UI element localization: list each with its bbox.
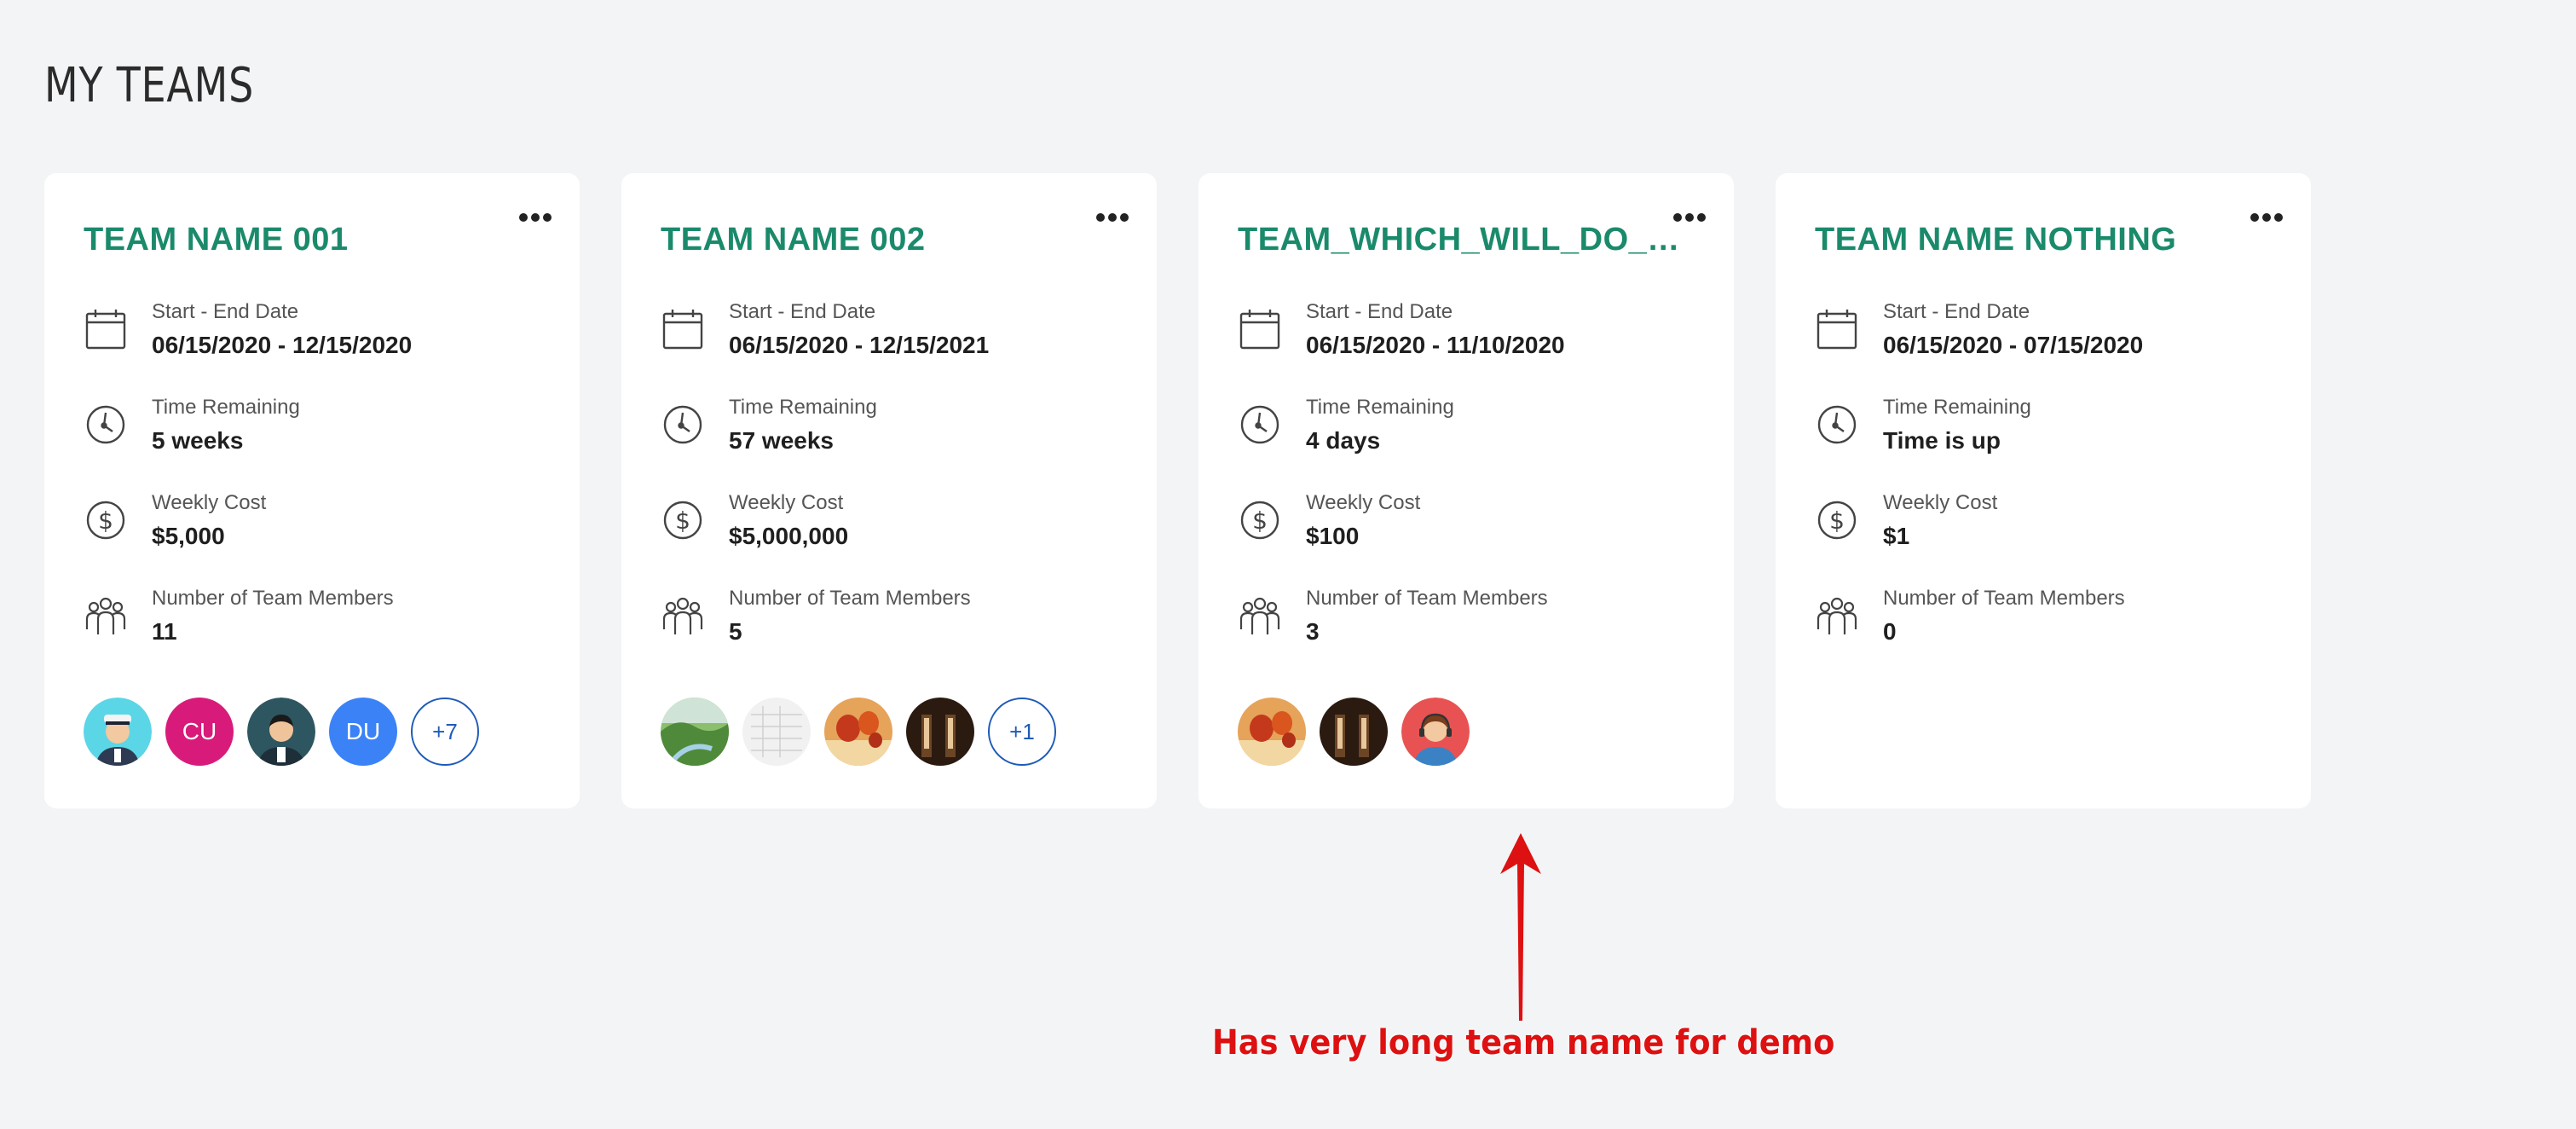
info-value-time: 5 weeks <box>152 427 244 454</box>
info-label: Number of Team Members <box>152 587 394 610</box>
team-members-icon <box>84 593 128 638</box>
balloons-photo[interactable] <box>824 698 892 766</box>
calendar-icon <box>84 307 128 351</box>
info-label: Weekly Cost <box>729 491 844 514</box>
info-row-dates: Start - End Date 06/15/2020 - 12/15/2021 <box>661 298 1121 375</box>
team-name[interactable]: TEAM NAME NOTHING <box>1815 214 2258 265</box>
info-row-cost: $ Weekly Cost $5,000,000 <box>661 489 1121 566</box>
calendar-icon <box>1815 307 1859 351</box>
svg-text:$: $ <box>1252 507 1268 535</box>
dark-room-photo[interactable] <box>906 698 974 766</box>
team-name[interactable]: TEAM NAME 002 <box>661 214 1104 265</box>
calendar-icon <box>1238 307 1282 351</box>
info-value-members: 5 <box>729 618 742 645</box>
page-title: MY TEAMS <box>44 58 255 113</box>
dark-room-photo[interactable] <box>1320 698 1388 766</box>
avatar[interactable]: CU <box>165 698 234 766</box>
team-card[interactable]: TEAM NAME 001 Start - End Date 06/15/2020 … <box>44 173 580 808</box>
annotation-arrow-icon <box>1500 833 1541 1021</box>
calendar-icon <box>661 307 705 351</box>
svg-text:$: $ <box>675 507 690 535</box>
info-value-cost: $5,000,000 <box>729 523 849 549</box>
info-label: Time Remaining <box>1306 396 1454 419</box>
dollar-icon: $ <box>84 498 128 542</box>
info-label: Start - End Date <box>1306 300 1453 323</box>
info-label: Start - End Date <box>152 300 299 323</box>
info-value-time: 4 days <box>1306 427 1381 454</box>
svg-text:$: $ <box>98 507 113 535</box>
clock-icon <box>84 402 128 447</box>
team-members-icon <box>661 593 705 638</box>
team-name[interactable]: TEAM_WHICH_WILL_DO_EVERYTHING_EVER_NEEDE… <box>1238 214 1681 265</box>
team-card[interactable]: TEAM_WHICH_WILL_DO_EVERYTHING_EVER_NEEDE… <box>1198 173 1734 808</box>
team-members-icon <box>1238 593 1282 638</box>
landscape-photo[interactable] <box>661 698 729 766</box>
info-label: Time Remaining <box>729 396 877 419</box>
info-value-members: 11 <box>152 618 177 645</box>
sketch-photo[interactable] <box>742 698 811 766</box>
dollar-icon: $ <box>1238 498 1282 542</box>
avatar[interactable]: DU <box>329 698 397 766</box>
info-label: Start - End Date <box>1883 300 2030 323</box>
clock-icon <box>1238 402 1282 447</box>
info-row-time: Time Remaining 5 weeks <box>84 394 544 471</box>
info-label: Number of Team Members <box>729 587 971 610</box>
info-row-time: Time Remaining 4 days <box>1238 394 1698 471</box>
info-value-cost: $5,000 <box>152 523 225 549</box>
info-row-dates: Start - End Date 06/15/2020 - 12/15/2020 <box>84 298 544 375</box>
dollar-icon: $ <box>661 498 705 542</box>
info-row-members: Number of Team Members 3 <box>1238 585 1698 662</box>
info-value-dates: 06/15/2020 - 11/10/2020 <box>1306 332 1565 358</box>
info-value-dates: 06/15/2020 - 12/15/2021 <box>729 332 990 358</box>
info-value-members: 3 <box>1306 618 1320 645</box>
info-value-members: 0 <box>1883 618 1897 645</box>
more-members-button[interactable]: +7 <box>411 698 479 766</box>
info-value-cost: $1 <box>1883 523 1910 549</box>
info-label: Time Remaining <box>1883 396 2031 419</box>
info-row-cost: $ Weekly Cost $5,000 <box>84 489 544 566</box>
annotation-text: Has very long team name for demo <box>1212 1023 1835 1062</box>
info-label: Time Remaining <box>152 396 300 419</box>
balloons-photo[interactable] <box>1238 698 1306 766</box>
info-label: Start - End Date <box>729 300 876 323</box>
more-members-button[interactable]: +1 <box>988 698 1056 766</box>
info-row-cost: $ Weekly Cost $1 <box>1815 489 2275 566</box>
team-card[interactable]: TEAM NAME 002 Start - End Date 06/15/2020 … <box>621 173 1157 808</box>
team-members-icon <box>1815 593 1859 638</box>
info-value-dates: 06/15/2020 - 12/15/2020 <box>152 332 413 358</box>
info-label: Number of Team Members <box>1306 587 1548 610</box>
dollar-icon: $ <box>1815 498 1859 542</box>
info-label: Weekly Cost <box>152 491 267 514</box>
info-label: Weekly Cost <box>1883 491 1998 514</box>
svg-text:$: $ <box>1829 507 1845 535</box>
clock-icon <box>661 402 705 447</box>
clock-icon <box>1815 402 1859 447</box>
info-value-time: 57 weeks <box>729 427 834 454</box>
team-card[interactable]: TEAM NAME NOTHING Start - End Date 06/15/2… <box>1776 173 2311 808</box>
info-row-members: Number of Team Members 11 <box>84 585 544 662</box>
info-label: Weekly Cost <box>1306 491 1421 514</box>
info-row-cost: $ Weekly Cost $100 <box>1238 489 1698 566</box>
info-value-time: Time is up <box>1883 427 2001 454</box>
info-row-time: Time Remaining 57 weeks <box>661 394 1121 471</box>
info-label: Number of Team Members <box>1883 587 2125 610</box>
support-agent-avatar[interactable] <box>1401 698 1470 766</box>
info-row-dates: Start - End Date 06/15/2020 - 07/15/2020 <box>1815 298 2275 375</box>
info-row-time: Time Remaining Time is up <box>1815 394 2275 471</box>
info-row-dates: Start - End Date 06/15/2020 - 11/10/2020 <box>1238 298 1698 375</box>
man-avatar[interactable] <box>247 698 315 766</box>
info-row-members: Number of Team Members 5 <box>661 585 1121 662</box>
info-value-dates: 06/15/2020 - 07/15/2020 <box>1883 332 2144 358</box>
info-row-members: Number of Team Members 0 <box>1815 585 2275 662</box>
captain-avatar[interactable] <box>84 698 152 766</box>
info-value-cost: $100 <box>1306 523 1360 549</box>
team-name[interactable]: TEAM NAME 001 <box>84 214 527 265</box>
